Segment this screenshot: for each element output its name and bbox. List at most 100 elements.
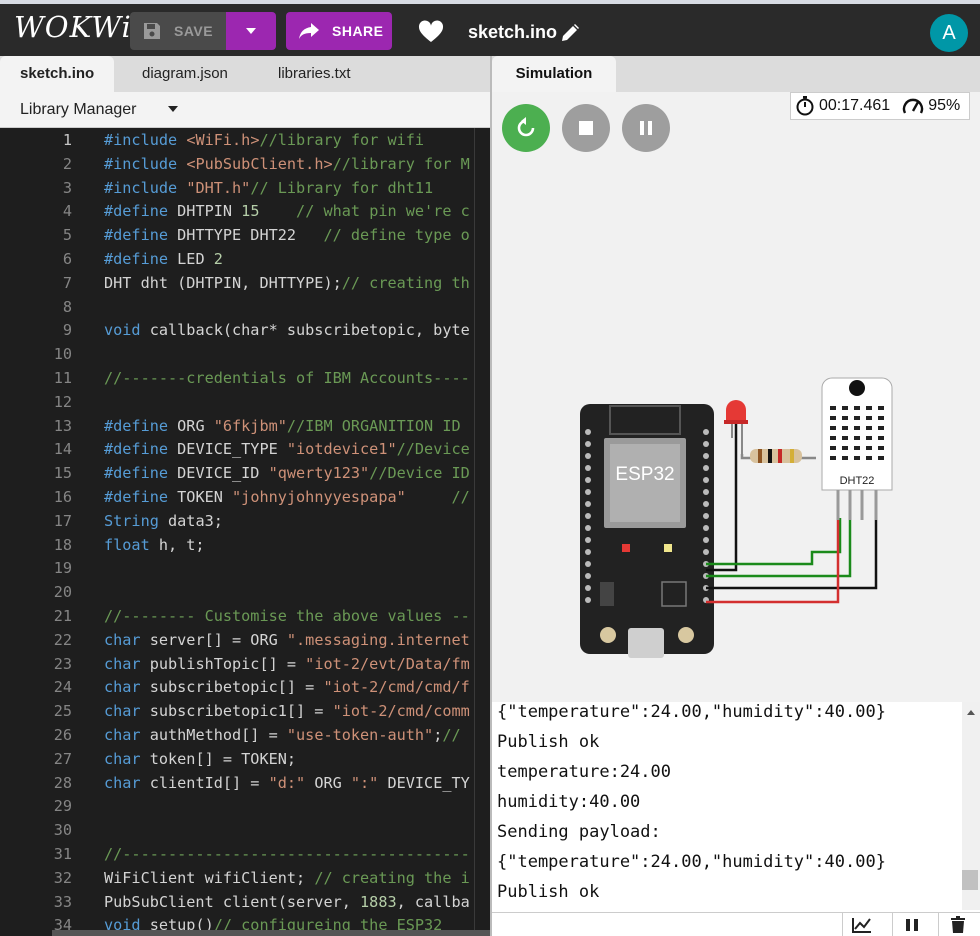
wokwi-logo[interactable]: WOKWi [14,10,132,44]
code-line[interactable]: 2 #include <PubSubClient.h>//library for … [0,152,490,176]
code-text: char clientId[] = "d:" ORG ":" DEVICE_TY [104,773,470,792]
serial-output-line: Publish ok [497,882,600,902]
code-line[interactable]: 12 [0,390,490,414]
plotter-button[interactable] [842,913,880,936]
code-line[interactable]: 5 #define DHTTYPE DHT22 // define type o [0,223,490,247]
save-options-button[interactable] [226,12,276,50]
code-line[interactable]: 8 [0,295,490,319]
line-number: 29 [53,797,72,816]
line-number: 31 [53,845,72,863]
line-number: 26 [53,726,72,744]
code-text: char token[] = TOKEN; [104,749,297,768]
serial-scroll-thumb[interactable] [962,870,978,890]
code-text: #include <WiFi.h>//library for wifi [104,131,425,149]
code-line[interactable]: 3 #include "DHT.h"// Library for dht11 [0,176,490,200]
code-line[interactable]: 10 [0,342,490,366]
code-line[interactable]: 1 #include <WiFi.h>//library for wifi [0,128,490,152]
save-button[interactable]: SAVE [130,12,226,50]
library-manager-label: Library Manager [20,101,137,118]
code-line[interactable]: 26 char authMethod[] = "use-token-auth";/… [0,723,490,747]
code-line[interactable]: 28 char clientId[] = "d:" ORG ":" DEVICE_… [0,771,490,795]
circuit-diagram: ESP32 DHT22 [580,377,893,658]
code-line[interactable]: 33 PubSubClient client(server, 1883, call… [0,890,490,914]
line-number: 11 [53,369,72,387]
tab-libraries-txt[interactable]: libraries.txt [258,56,371,92]
simulation-tabs: Simulation [490,56,980,92]
tab-sketch-ino[interactable]: sketch.ino [0,56,115,92]
line-number: 21 [53,607,72,625]
code-line[interactable]: 22 char server[] = ORG ".messaging.intern… [0,628,490,652]
line-number: 2 [62,154,72,173]
esp32-board[interactable]: ESP32 [580,404,714,658]
code-text: char authMethod[] = "use-token-auth";// [104,726,461,744]
serial-output-line: humidity:40.00 [497,792,641,812]
editor-horizontal-scrollbar[interactable] [52,930,490,936]
line-number: 8 [62,297,72,316]
code-text: #include <PubSubClient.h>//library for M [104,154,470,173]
code-line[interactable]: 4 #define DHTPIN 15 // what pin we're c [0,199,490,223]
library-manager-dropdown[interactable]: Library Manager [0,92,490,128]
line-number: 28 [53,773,72,792]
code-line[interactable]: 11 //-------credentials of IBM Accounts--… [0,366,490,390]
code-line[interactable]: 25 char subscribetopic1[] = "iot-2/cmd/co… [0,699,490,723]
resistor[interactable] [750,449,802,463]
line-number: 24 [53,678,72,697]
code-line[interactable]: 32 WiFiClient wifiClient; // creating the… [0,866,490,890]
line-number: 33 [53,892,72,911]
code-text: DHT dht (DHTPIN, DHTTYPE);// creating th [104,273,470,292]
code-editor[interactable]: 1 #include <WiFi.h>//library for wifi 2 #in… [0,128,490,936]
code-line[interactable]: 20 [0,580,490,604]
code-line[interactable]: 27 char token[] = TOKEN; [0,747,490,771]
line-number: 14 [53,440,72,459]
simulation-canvas[interactable]: 00:17.461 95% ESP32 DHT22 [490,92,980,702]
code-text: //-------------------------------------- [104,845,470,863]
serial-monitor[interactable]: {"temperature":24.00,"humidity":40.00} Pu… [490,702,980,936]
code-text: char subscribetopic1[] = "iot-2/cmd/comm [104,702,470,721]
floppy-icon [144,23,160,39]
tab-simulation[interactable]: Simulation [492,56,616,92]
code-text: char server[] = ORG ".messaging.internet [104,630,470,649]
code-line[interactable]: 7 DHT dht (DHTPIN, DHTTYPE);// creating t… [0,271,490,295]
line-number: 4 [62,202,72,221]
line-number: 19 [53,559,72,578]
heart-icon[interactable] [418,20,444,44]
code-line[interactable]: 16 #define TOKEN "johnyjohnyyespapa" // [0,485,490,509]
code-line[interactable]: 30 [0,818,490,842]
code-line[interactable]: 29 [0,794,490,818]
code-line[interactable]: 13 #define ORG "6fkjbm"//IBM ORGANITION I… [0,414,490,438]
line-number: 30 [53,821,72,840]
code-line[interactable]: 21 //-------- Customise the above values … [0,604,490,628]
code-line[interactable]: 19 [0,556,490,580]
code-line[interactable]: 15 #define DEVICE_ID "qwerty123"//Device … [0,461,490,485]
clear-button[interactable] [938,913,976,936]
esp32-pin-header-left [585,429,591,603]
code-text: char publishTopic[] = "iot-2/evt/Data/fm [104,654,470,673]
code-text: #define DHTTYPE DHT22 // define type o [104,226,470,245]
line-number: 3 [62,178,72,197]
pencil-icon[interactable] [560,23,580,43]
avatar[interactable]: A [930,14,968,52]
tab-diagram-json[interactable]: diagram.json [122,56,248,92]
code-text: char subscribetopic[] = "iot-2/cmd/cmd/f [104,678,470,697]
line-number: 17 [53,511,72,530]
pause-icon [905,919,918,931]
code-line[interactable]: 17 String data3; [0,509,490,533]
code-line[interactable]: 14 #define DEVICE_TYPE "iotdevice1"//Devi… [0,437,490,461]
code-text: //-------credentials of IBM Accounts---- [104,369,470,387]
dht22-sensor[interactable]: DHT22 [821,377,893,520]
code-line[interactable]: 6 #define LED 2 [0,247,490,271]
code-line[interactable]: 9 void callback(char* subscribetopic, byt… [0,318,490,342]
code-line[interactable]: 18 float h, t; [0,533,490,557]
serial-pause-button[interactable] [892,913,930,936]
code-text: WiFiClient wifiClient; // creating the i [104,868,470,887]
code-line[interactable]: 23 char publishTopic[] = "iot-2/evt/Data/… [0,652,490,676]
share-button[interactable]: SHARE [286,12,392,50]
chevron-down-icon [168,106,178,112]
line-number: 18 [53,535,72,554]
top-bar: WOKWi SAVE SHARE sketch.ino A [0,0,980,56]
code-line[interactable]: 31 //------------------------------------… [0,842,490,866]
trash-icon [950,916,965,933]
line-number: 10 [53,345,72,364]
code-line[interactable]: 24 char subscribetopic[] = "iot-2/cmd/cmd… [0,675,490,699]
code-text: #define TOKEN "johnyjohnyyespapa" // [104,488,470,506]
